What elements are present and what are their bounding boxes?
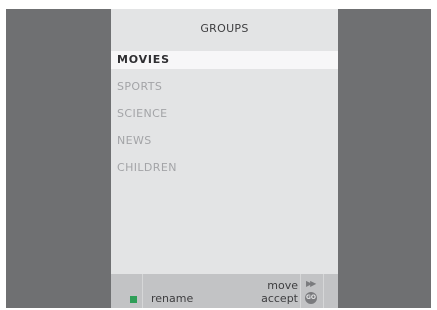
group-item-sports[interactable]: SPORTS xyxy=(111,78,338,96)
group-item-movies[interactable]: MOVIES xyxy=(111,51,338,69)
groups-menu-panel: GROUPS MOVIES SPORTS SCIENCE NEWS CHILDR… xyxy=(111,9,338,308)
green-key-icon[interactable] xyxy=(130,296,137,303)
rename-softkey[interactable]: rename xyxy=(151,292,193,305)
group-item-news[interactable]: NEWS xyxy=(111,132,338,150)
group-item-science[interactable]: SCIENCE xyxy=(111,105,338,123)
fast-forward-icon[interactable]: ▶▶ xyxy=(306,279,316,288)
tv-frame: GROUPS MOVIES SPORTS SCIENCE NEWS CHILDR… xyxy=(6,9,431,308)
menu-title: GROUPS xyxy=(200,22,249,35)
group-item-children[interactable]: CHILDREN xyxy=(111,159,338,177)
softkey-divider xyxy=(323,274,324,308)
softkey-bar: rename move accept ▶▶ GO xyxy=(111,274,338,308)
move-softkey[interactable]: move xyxy=(267,279,298,292)
accept-softkey[interactable]: accept xyxy=(261,292,298,305)
go-icon[interactable]: GO xyxy=(305,292,317,304)
group-list: MOVIES SPORTS SCIENCE NEWS CHILDREN xyxy=(111,51,338,186)
softkey-divider xyxy=(300,274,301,308)
softkey-divider xyxy=(142,274,143,308)
